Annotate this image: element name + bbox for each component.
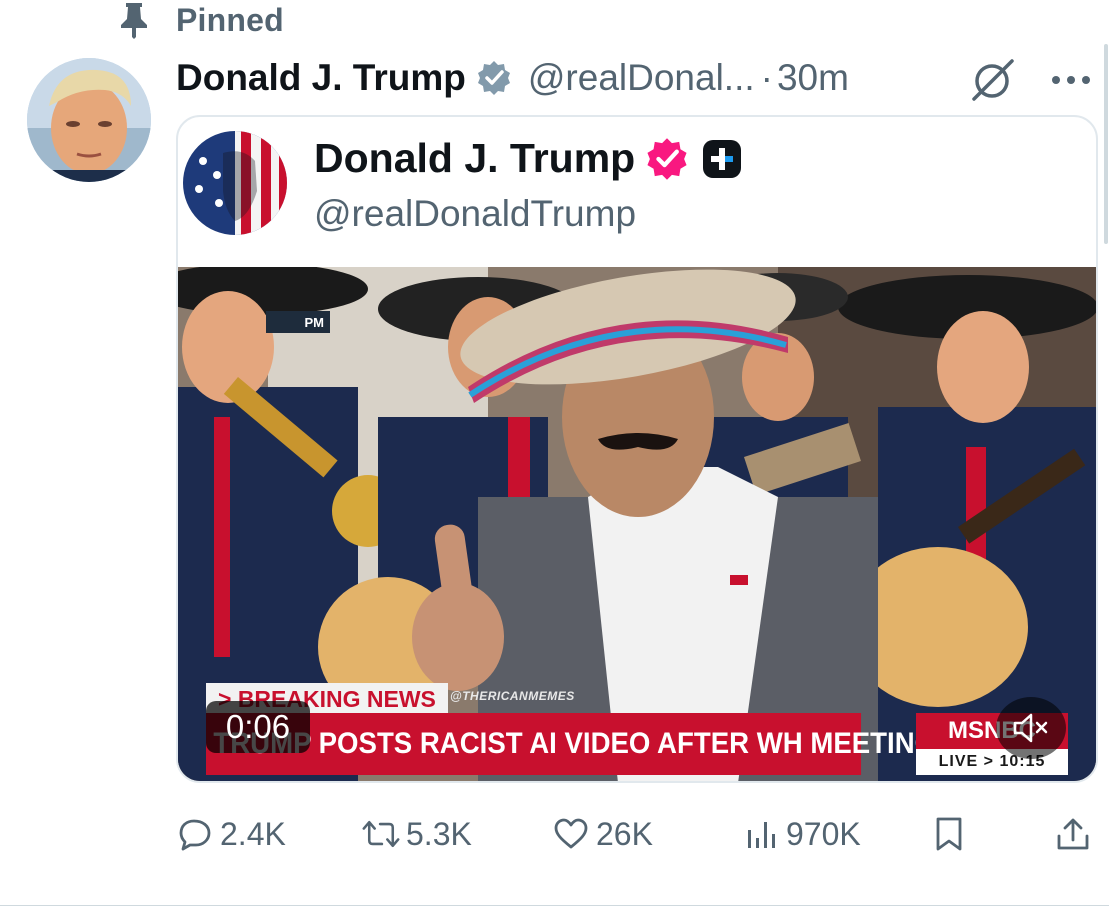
reply-button[interactable]: 2.4K <box>176 806 286 862</box>
repost-button[interactable]: 5.3K <box>362 806 472 862</box>
verified-badge-icon[interactable] <box>645 136 691 182</box>
mute-toggle-icon[interactable] <box>996 697 1066 759</box>
heart-icon <box>552 815 590 853</box>
separator-dot: · <box>760 57 773 98</box>
pinned-label: Pinned <box>176 1 284 38</box>
scrollbar[interactable] <box>1104 44 1108 244</box>
bookmark-button[interactable] <box>930 806 974 862</box>
quoted-avatar[interactable] <box>183 131 287 235</box>
grok-icon[interactable] <box>968 56 1018 102</box>
share-icon <box>1054 815 1092 853</box>
truth-social-plus-icon <box>701 137 745 181</box>
video-watermark: @THERICANMEMES <box>450 689 575 703</box>
author-name[interactable]: Donald J. Trump <box>176 57 466 99</box>
author-avatar[interactable] <box>27 58 151 182</box>
video-duration: 0:06 <box>206 701 310 753</box>
verified-badge-icon[interactable] <box>476 59 514 97</box>
quoted-author-name[interactable]: Donald J. Trump <box>314 135 635 182</box>
reply-icon <box>176 815 214 853</box>
views-button[interactable]: 970K <box>742 806 861 862</box>
reply-count: 2.4K <box>220 815 286 852</box>
share-button[interactable] <box>1054 806 1098 862</box>
views-count: 970K <box>786 815 861 852</box>
author-handle[interactable]: @realDonal... <box>528 57 755 99</box>
like-button[interactable]: 26K <box>552 806 653 862</box>
like-count: 26K <box>596 815 653 852</box>
bookmark-icon <box>930 815 968 853</box>
tv-time-label: PM <box>266 311 330 333</box>
quoted-author-handle[interactable]: @realDonaldTrump <box>314 193 636 235</box>
tweet-header: Donald J. Trump @realDonal... · 30m <box>176 54 1096 102</box>
video-player[interactable]: PM > BREAKING NEWS @THERICANMEMES TRUMP … <box>178 267 1096 781</box>
pinned-indicator: Pinned <box>118 0 284 40</box>
pin-icon <box>118 0 150 40</box>
quoted-post[interactable]: Donald J. Trump @realDonaldTrump PM > BR… <box>176 115 1098 783</box>
more-options-icon[interactable] <box>1046 62 1096 98</box>
repost-count: 5.3K <box>406 815 472 852</box>
quoted-header: Donald J. Trump <box>314 135 745 182</box>
action-bar: 2.4K 5.3K 26K 970K <box>176 806 1096 862</box>
divider <box>0 905 1109 906</box>
views-chart-icon <box>742 815 780 853</box>
tweet-time[interactable]: 30m <box>777 57 849 99</box>
repost-icon <box>362 815 400 853</box>
